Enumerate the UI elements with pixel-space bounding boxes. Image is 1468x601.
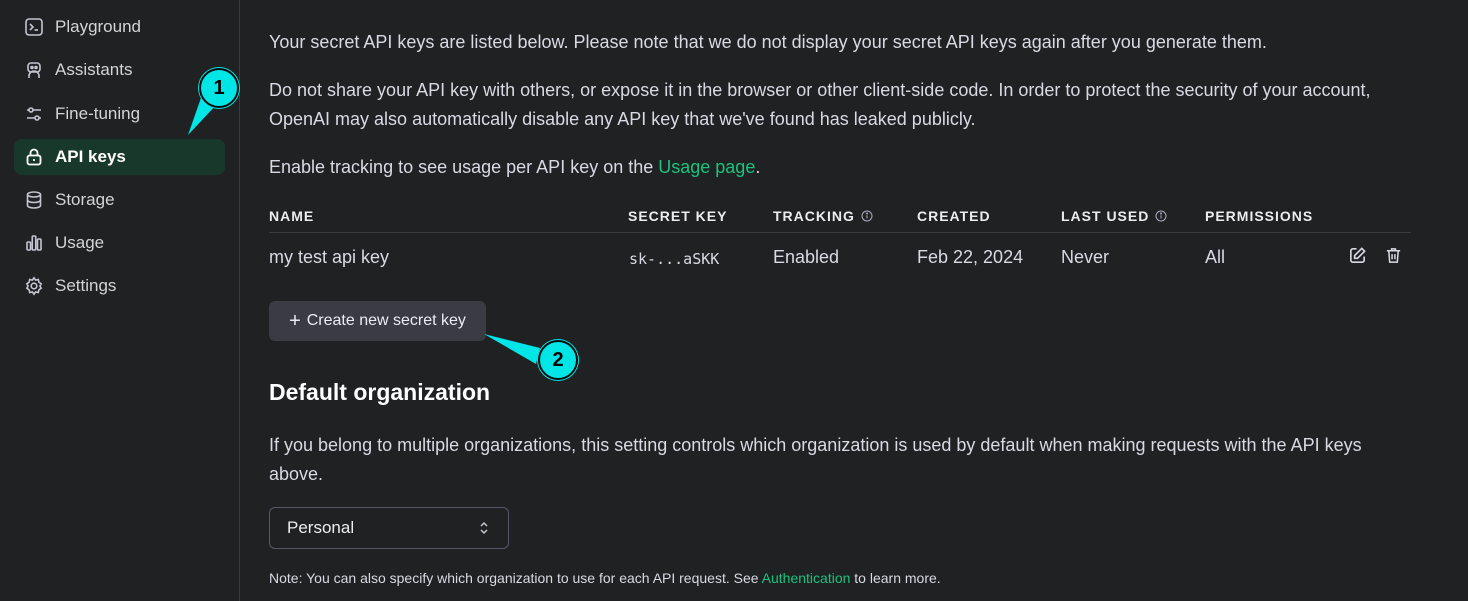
intro-text: Your secret API keys are listed below. P… [269,32,1267,52]
usage-page-link[interactable]: Usage page [658,157,755,177]
create-secret-key-label: Create new secret key [306,312,466,329]
create-secret-key-button[interactable]: + Create new secret key [269,301,486,341]
table-header: NAME SECRET KEY TRACKING CREATED LAST US… [269,202,1411,233]
robot-icon [24,60,44,80]
trash-icon[interactable] [1383,245,1403,265]
callout-2: 2 [538,340,578,380]
sidebar-item-assistants[interactable]: Assistants [14,52,225,88]
database-icon [24,190,44,210]
key-permissions: All [1205,247,1226,267]
table-row: my test api key sk-...aSKK Enabled Feb 2… [269,233,1411,283]
sidebar-item-label: Fine-tuning [55,104,141,123]
gear-icon [24,276,44,296]
org-note: Note: You can also specify which organiz… [269,570,941,586]
col-tracking-label: TRACKING [773,208,855,224]
col-last-used: LAST USED [1061,208,1167,224]
main-content: Your secret API keys are listed below. P… [241,0,1468,601]
sidebar-item-label: Settings [55,276,117,295]
edit-icon[interactable] [1347,245,1367,265]
sidebar-item-label: API keys [55,147,126,166]
sidebar-item-playground[interactable]: Playground [14,9,225,45]
plus-icon: + [289,310,301,332]
terminal-icon [24,17,44,37]
note-prefix: Note: You can also specify which organiz… [269,570,762,586]
sliders-icon [24,104,44,124]
tracking-suffix: . [755,157,761,177]
sidebar-item-usage[interactable]: Usage [14,225,225,261]
key-last-used: Never [1061,247,1110,267]
key-tracking: Enabled [773,247,840,267]
organization-select-value: Personal [287,518,355,537]
organization-select[interactable]: Personal [269,507,509,549]
col-permissions: PERMISSIONS [1205,208,1314,224]
info-icon[interactable] [861,210,873,222]
default-org-description: If you belong to multiple organizations,… [269,435,1362,484]
tracking-text: Enable tracking to see usage per API key… [269,153,1419,182]
col-last-used-label: LAST USED [1061,208,1150,224]
bar-chart-icon [24,233,44,253]
sidebar-item-api-keys[interactable]: API keys [14,139,225,175]
sidebar-item-label: Storage [55,190,115,209]
tracking-prefix: Enable tracking to see usage per API key… [269,157,659,177]
sidebar-item-settings[interactable]: Settings [14,268,225,304]
sidebar-item-storage[interactable]: Storage [14,182,225,218]
callout-1: 1 [199,68,239,108]
col-name: NAME [269,208,315,224]
col-secret-key: SECRET KEY [628,208,728,224]
note-suffix: to learn more. [850,570,941,586]
default-org-title: Default organization [269,379,491,405]
key-name: my test api key [269,247,390,267]
sidebar-item-label: Assistants [55,60,133,79]
col-tracking: TRACKING [773,208,873,224]
authentication-link[interactable]: Authentication [762,570,851,586]
key-secret: sk-...aSKK [629,250,720,268]
api-keys-table: NAME SECRET KEY TRACKING CREATED LAST US… [269,202,1411,283]
info-icon[interactable] [1155,210,1167,222]
key-created: Feb 22, 2024 [917,247,1024,267]
sidebar-item-label: Usage [55,233,105,252]
lock-icon [24,147,44,167]
sidebar-item-label: Playground [55,17,142,36]
warning-text: Do not share your API key with others, o… [269,80,1371,129]
chevron-up-down-icon [480,521,488,535]
col-created: CREATED [917,208,991,224]
